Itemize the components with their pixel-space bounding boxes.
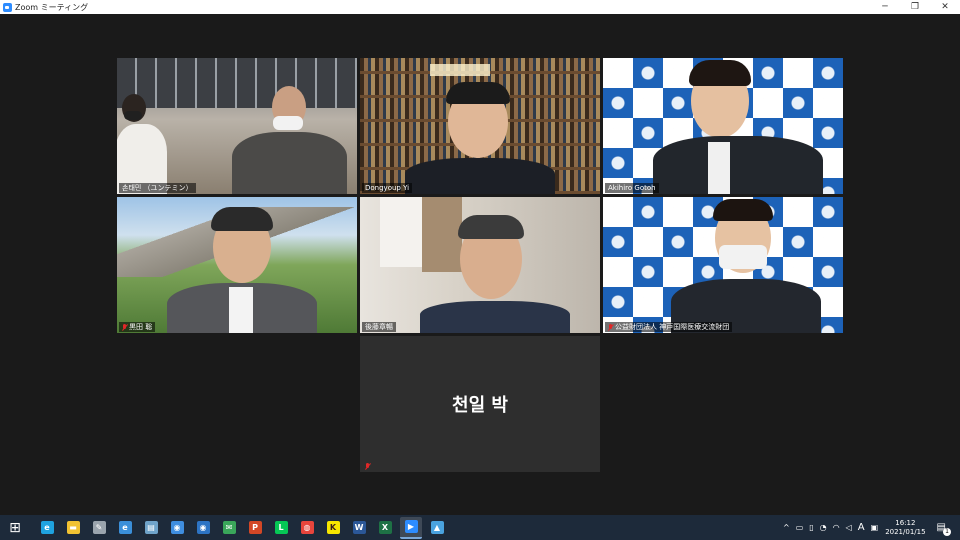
ie-icon: e [118, 521, 132, 534]
kakaotalk-taskbar-button[interactable]: K [322, 517, 344, 539]
zoom-icon: ▶ [404, 520, 418, 533]
window-title-bar: Zoom ミーティング ─ ❐ ✕ [0, 0, 960, 14]
participant-name-label: Akihiro Gotoh [605, 183, 659, 193]
zoom-taskbar-button[interactable]: ▶ [400, 516, 422, 539]
video-tile-3[interactable]: Akihiro Gotoh [603, 58, 843, 194]
notifications-icon[interactable]: ▤ 1 [937, 522, 951, 536]
curtain [422, 197, 462, 272]
file-explorer-taskbar-button[interactable]: ▬ [62, 517, 84, 539]
ime-indicator[interactable]: A [858, 522, 865, 533]
man-body [653, 136, 823, 194]
man-body [232, 132, 347, 194]
notepad-taskbar-button[interactable]: ▤ [140, 517, 162, 539]
chrome-icon: ◍ [300, 521, 314, 534]
video-tile-6[interactable]: 公益財団法人 神戸国際医療交流財団 [603, 197, 843, 333]
participant-name-label: 손태민 （ユンテミン） [119, 183, 196, 193]
video-tile-4[interactable]: 黒田 聡 [117, 197, 357, 333]
hair [713, 199, 773, 221]
participant-name: 黒田 聡 [129, 323, 153, 331]
hair [446, 82, 510, 104]
window-title: Zoom ミーティング [15, 2, 89, 12]
powerpoint-icon: P [248, 521, 262, 534]
mail-taskbar-button[interactable]: ✉ [218, 517, 240, 539]
device-icon[interactable]: ▯ [809, 523, 813, 532]
mail-icon: ✉ [222, 521, 236, 534]
video-tile-7[interactable]: 천일 박 [360, 336, 600, 472]
zoom-logo-icon [3, 2, 12, 12]
wifi-icon[interactable]: ◠ [833, 523, 840, 532]
video-tile-5[interactable]: 後藤章暢 [360, 197, 600, 333]
file-explorer-icon: ▬ [66, 521, 80, 534]
kakaotalk-icon: K [326, 521, 340, 534]
photos-icon: ▲ [430, 521, 444, 534]
edge-icon: e [40, 521, 54, 534]
notepad-icon: ▤ [144, 521, 158, 534]
notification-count: 1 [943, 528, 951, 536]
clock-date: 2021/01/15 [885, 527, 926, 536]
word-taskbar-button[interactable]: W [348, 517, 370, 539]
participant-name-label [362, 461, 373, 471]
hair [458, 215, 524, 239]
word-icon: W [352, 521, 366, 534]
minimize-button[interactable]: ─ [870, 0, 900, 14]
close-button[interactable]: ✕ [930, 0, 960, 14]
man-body [420, 301, 570, 333]
volume-icon[interactable]: ◁ [846, 523, 852, 532]
windows-start-icon: ⊞ [9, 519, 21, 536]
participant-name-label: Dongyoup Yi [362, 183, 413, 193]
feather-icon: ✎ [92, 521, 106, 534]
classroom-windows [117, 58, 357, 108]
camera-icon[interactable]: ▭ [796, 523, 804, 532]
mic-muted-icon [365, 462, 370, 470]
photos-taskbar-button[interactable]: ▲ [426, 517, 448, 539]
black-mask [124, 111, 142, 120]
clock[interactable]: 16:12 2021/01/15 [885, 519, 925, 537]
chrome-taskbar-button[interactable]: ◍ [296, 517, 318, 539]
line-taskbar-button[interactable]: L [270, 517, 292, 539]
hair [689, 60, 751, 86]
restore-button[interactable]: ❐ [900, 0, 930, 14]
powerpoint-taskbar-button[interactable]: P [244, 517, 266, 539]
network-icon[interactable]: ◔ [820, 523, 827, 532]
shirt [229, 287, 253, 333]
clock-time: 16:12 [895, 518, 916, 527]
shirt [708, 142, 730, 194]
app-blue-taskbar-button[interactable]: ◉ [166, 517, 188, 539]
taskbar-apps: e ▬ ✎ e ▤ ◉ ◉ ✉ P L ◍ K W X ▶ ▲ [34, 516, 450, 539]
edge-taskbar-button[interactable]: e [36, 517, 58, 539]
system-tray: ^ ▭ ▯ ◔ ◠ ◁ A ▣ 16:12 2021/01/15 ▤ 1 [780, 515, 960, 540]
ie-taskbar-button[interactable]: e [114, 517, 136, 539]
participant-name: 後藤章暢 [365, 323, 393, 331]
participant-display-name: 천일 박 [452, 395, 508, 416]
excel-taskbar-button[interactable]: X [374, 517, 396, 539]
windows-taskbar: ⊞ e ▬ ✎ e ▤ ◉ ◉ ✉ P L ◍ K W X ▶ ▲ ^ ▭ ▯ ◔ ◠ ◁ A ▣ 16:12… [0, 515, 960, 540]
mic-muted-icon [608, 323, 613, 331]
hair [211, 207, 273, 231]
video-tile-2[interactable]: Dongyoup Yi [360, 58, 600, 194]
video-tile-1[interactable]: 손태민 （ユンテミン） [117, 58, 357, 194]
line-icon: L [274, 521, 288, 534]
start-button[interactable]: ⊞ [4, 517, 26, 539]
participant-name: 公益財団法人 神戸国際医療交流財団 [615, 323, 730, 331]
white-mask [273, 116, 303, 130]
app-blue-icon: ◉ [170, 521, 184, 534]
participant-name-label: 黒田 聡 [119, 322, 156, 332]
participant-name: Akihiro Gotoh [608, 184, 656, 192]
ceiling-light [430, 64, 490, 76]
app-blue2-taskbar-button[interactable]: ◉ [192, 517, 214, 539]
participant-name: Dongyoup Yi [365, 184, 410, 192]
man-body [405, 158, 555, 194]
excel-icon: X [378, 521, 392, 534]
window-controls: ─ ❐ ✕ [870, 0, 960, 14]
tray-chevron-icon[interactable]: ^ [783, 523, 790, 532]
white-mask [719, 245, 767, 269]
participant-name: 손태민 （ユンテミン） [122, 184, 193, 192]
language-icon[interactable]: ▣ [871, 523, 879, 532]
participant-name-label: 後藤章暢 [362, 322, 396, 332]
feather-taskbar-button[interactable]: ✎ [88, 517, 110, 539]
mic-muted-icon [122, 323, 127, 331]
app-blue2-icon: ◉ [196, 521, 210, 534]
participant-name-label: 公益財団法人 神戸国際医療交流財団 [605, 322, 733, 332]
